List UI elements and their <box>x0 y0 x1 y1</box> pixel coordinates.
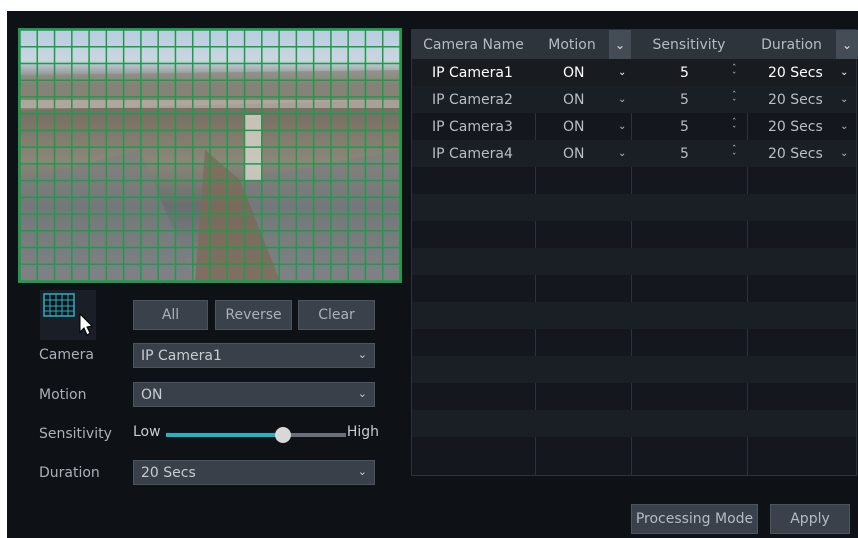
table-row-empty <box>412 437 856 464</box>
grid-select-icon <box>43 293 94 336</box>
cell-camera-name: IP Camera2 <box>432 91 513 108</box>
cell-camera-name: IP Camera3 <box>432 118 513 135</box>
table-row-empty <box>412 248 856 275</box>
sensitivity-track[interactable] <box>166 427 346 443</box>
chevron-down-icon: ⌄ <box>357 465 367 478</box>
motion-area-grid[interactable] <box>20 30 400 281</box>
cell-sensitivity[interactable]: 5 <box>680 86 689 113</box>
table-row-empty <box>412 221 856 248</box>
spinner-icon[interactable]: ˆˇ <box>732 140 737 167</box>
spinner-icon[interactable]: ˆˇ <box>732 59 737 86</box>
cell-camera-name: IP Camera1 <box>432 64 513 81</box>
table-row-empty <box>412 167 856 194</box>
sensitivity-label: Sensitivity <box>39 426 112 442</box>
duration-select-value: 20 Secs <box>141 464 196 481</box>
table-row-empty <box>412 410 856 437</box>
sensitivity-high-label: High <box>346 424 379 440</box>
cell-motion[interactable]: ON <box>563 140 585 167</box>
motion-select[interactable]: ON ⌄ <box>133 382 375 407</box>
motion-settings-window: All Reverse Clear Camera IP Camera1 ⌄ Mo… <box>7 11 858 538</box>
chevron-down-icon: ⌄ <box>357 348 367 361</box>
table-row-empty <box>412 302 856 329</box>
duration-label: Duration <box>39 465 100 481</box>
camera-select[interactable]: IP Camera1 ⌄ <box>133 343 375 368</box>
chevron-down-icon[interactable]: ⌄ <box>840 113 848 140</box>
table-row-empty <box>412 194 856 221</box>
sensitivity-slider[interactable]: Low High <box>133 424 379 444</box>
processing-mode-button[interactable]: Processing Mode <box>631 504 758 534</box>
duration-select[interactable]: 20 Secs ⌄ <box>133 460 375 485</box>
cell-duration[interactable]: 20 Secs <box>768 140 823 167</box>
cell-motion[interactable]: ON <box>563 113 585 140</box>
duration-column-dropdown[interactable]: ⌄ <box>836 30 858 59</box>
cell-sensitivity[interactable]: 5 <box>680 140 689 167</box>
sensitivity-low-label: Low <box>133 424 161 440</box>
motion-label: Motion <box>39 387 87 403</box>
camera-motion-table: Camera Name Motion ⌄ Sensitivity Duratio… <box>411 29 858 476</box>
clear-button[interactable]: Clear <box>298 300 375 330</box>
camera-preview-motion-grid[interactable] <box>18 28 402 283</box>
chevron-down-icon[interactable]: ⌄ <box>618 113 626 140</box>
reverse-button[interactable]: Reverse <box>215 300 292 330</box>
cell-duration[interactable]: 20 Secs <box>768 113 823 140</box>
chevron-down-icon: ⌄ <box>357 387 367 400</box>
chevron-down-icon[interactable]: ⌄ <box>618 59 626 86</box>
cell-sensitivity[interactable]: 5 <box>680 59 689 86</box>
table-row[interactable]: IP Camera2 ON ⌄ 5 ˆ ˇ 20 Secs ⌄ <box>412 86 856 113</box>
select-all-button[interactable]: All <box>133 300 208 330</box>
header-sensitivity[interactable]: Sensitivity <box>631 30 747 59</box>
apply-button[interactable]: Apply <box>770 504 850 534</box>
chevron-down-icon: ⌄ <box>841 37 853 52</box>
cell-duration[interactable]: 20 Secs <box>768 86 823 113</box>
sensitivity-knob[interactable] <box>275 427 291 443</box>
cell-motion[interactable]: ON <box>563 59 585 86</box>
chevron-down-icon[interactable]: ⌄ <box>840 140 848 167</box>
spinner-icon[interactable]: ˆˇ <box>732 113 737 140</box>
table-row-empty <box>412 383 856 410</box>
cell-duration[interactable]: 20 Secs <box>768 59 823 86</box>
motion-column-dropdown[interactable]: ⌄ <box>609 30 631 59</box>
table-row-empty <box>412 275 856 302</box>
sensitivity-fill <box>166 433 283 437</box>
chevron-down-icon[interactable]: ⌄ <box>840 59 848 86</box>
header-duration[interactable]: Duration <box>747 30 836 59</box>
header-camera-name[interactable]: Camera Name <box>412 30 535 59</box>
spinner-icon[interactable]: ˆˇ <box>732 86 737 113</box>
cell-sensitivity[interactable]: 5 <box>680 113 689 140</box>
chevron-down-icon[interactable]: ⌄ <box>618 140 626 167</box>
header-motion[interactable]: Motion <box>535 30 609 59</box>
table-header: Camera Name Motion ⌄ Sensitivity Duratio… <box>412 30 858 59</box>
chevron-down-icon[interactable]: ⌄ <box>840 86 848 113</box>
table-row-empty <box>412 329 856 356</box>
camera-label: Camera <box>39 347 94 363</box>
table-row[interactable]: IP Camera1 ON ⌄ 5 ˆ ˇ 20 Secs ⌄ <box>412 59 856 86</box>
cell-camera-name: IP Camera4 <box>432 145 513 162</box>
camera-select-value: IP Camera1 <box>141 347 222 364</box>
table-row-empty <box>412 356 856 383</box>
cell-motion[interactable]: ON <box>563 86 585 113</box>
table-row[interactable]: IP Camera3 ON ⌄ 5 ˆ ˇ 20 Secs ⌄ <box>412 113 856 140</box>
motion-select-value: ON <box>141 386 163 403</box>
region-grid-toggle[interactable] <box>40 290 96 340</box>
chevron-down-icon[interactable]: ⌄ <box>618 86 626 113</box>
chevron-down-icon: ⌄ <box>614 37 626 52</box>
table-row[interactable]: IP Camera4 ON ⌄ 5 ˆ ˇ 20 Secs ⌄ <box>412 140 856 167</box>
